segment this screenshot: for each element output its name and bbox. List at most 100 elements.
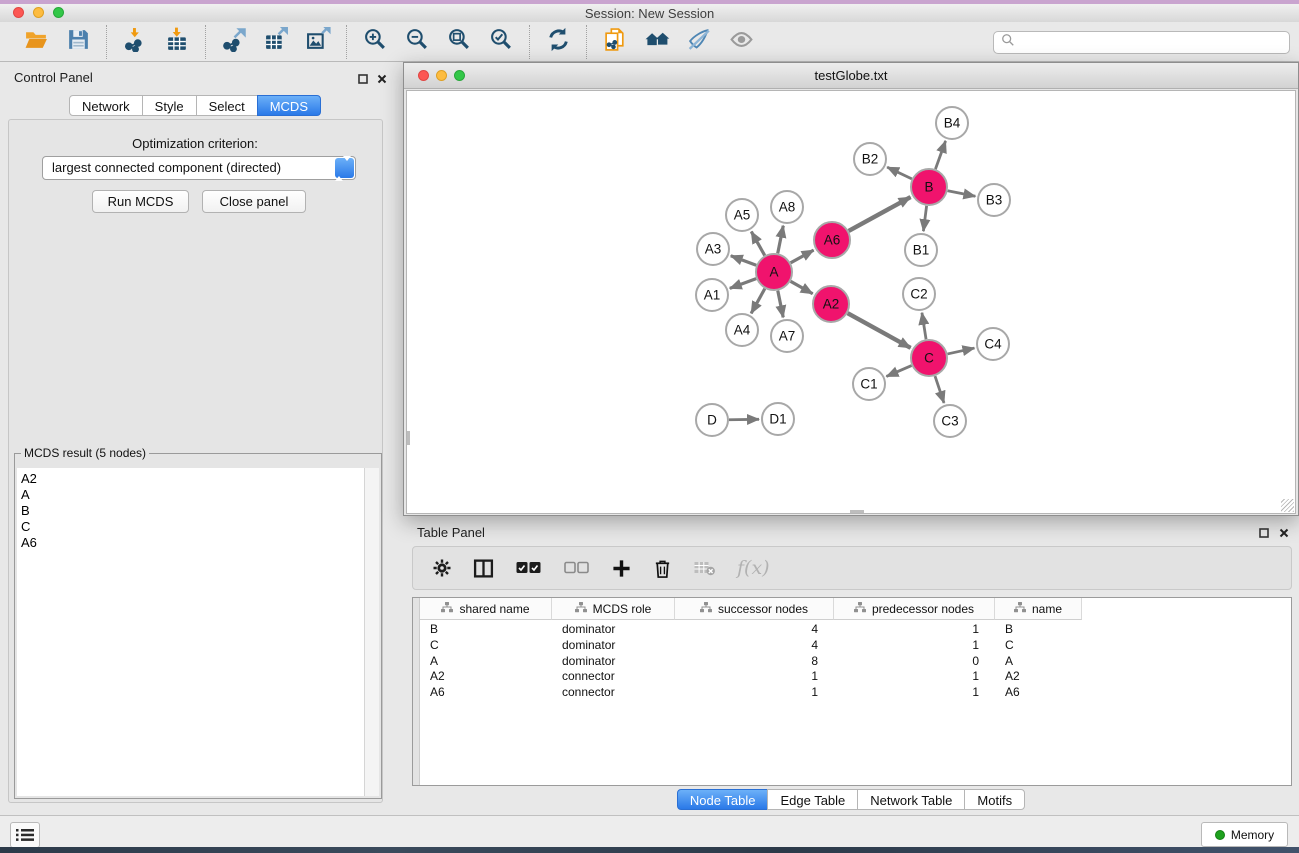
table-cell[interactable]: B [420,622,552,638]
tab-network[interactable]: Network [69,95,143,116]
graph-node-A2[interactable]: A2 [813,286,849,322]
memory-button[interactable]: Memory [1201,822,1288,847]
table-cell[interactable]: 4 [675,622,834,638]
search-input[interactable] [1019,35,1289,51]
graph-edge-A-A4[interactable] [751,289,765,314]
export-image-button[interactable] [304,28,332,56]
table-row[interactable]: A6connector11A6 [420,685,1290,701]
save-session-button[interactable] [64,28,92,56]
table-cell[interactable]: 1 [675,685,834,701]
graph-edge-A-A6[interactable] [791,250,814,263]
refresh-button[interactable] [544,28,572,56]
graph-node-B3[interactable]: B3 [978,184,1010,216]
table-row[interactable]: Adominator80A [420,654,1290,670]
graph-node-B[interactable]: B [911,169,947,205]
graph-edge-B-B4[interactable] [935,141,945,169]
hide-graphics-details-button[interactable] [685,28,713,56]
table-cell[interactable]: 4 [675,638,834,654]
table-cell[interactable]: connector [552,669,675,685]
manage-networks-button[interactable] [601,28,629,56]
graph-edge-A-A2[interactable] [791,281,813,293]
control-panel-close-icon[interactable] [376,73,388,85]
table-cell[interactable]: 1 [834,638,995,654]
graph-node-A6[interactable]: A6 [814,222,850,258]
zoom-fit-button[interactable] [445,28,473,56]
graph-node-D[interactable]: D [696,404,728,436]
close-panel-button[interactable]: Close panel [202,190,306,213]
deselect-all-rows-icon[interactable] [563,556,590,580]
table-cell[interactable]: dominator [552,622,675,638]
graph-node-C[interactable]: C [911,340,947,376]
column-header-shared-name[interactable]: shared name [420,598,552,620]
zoom-selected-button[interactable] [487,28,515,56]
graph-edge-A-A8[interactable] [778,226,784,254]
criterion-dropdown[interactable]: largest connected component (directed) [42,156,356,180]
zoom-out-button[interactable] [403,28,431,56]
graph-node-C4[interactable]: C4 [977,328,1009,360]
table-cell[interactable]: dominator [552,654,675,670]
graph-node-A4[interactable]: A4 [726,314,758,346]
graph-edge-A-A1[interactable] [730,279,756,289]
table-cell[interactable]: dominator [552,638,675,654]
table-cell[interactable]: B [995,622,1082,638]
table-panel-close-icon[interactable] [1278,527,1290,539]
graph-edge-C-C2[interactable] [922,313,926,339]
node-table[interactable]: shared nameMCDS rolesuccessor nodesprede… [412,597,1292,786]
table-cell[interactable]: A2 [420,669,552,685]
network-graph[interactable]: B4B2BB3B1A5A8A6A3AA1C2A4A7A2C4CC1C3DD1 [407,91,1295,513]
tab-style[interactable]: Style [142,95,197,116]
network-canvas[interactable]: B4B2BB3B1A5A8A6A3AA1C2A4A7A2C4CC1C3DD1 [406,90,1296,514]
table-cell[interactable]: 8 [675,654,834,670]
mcds-result-list[interactable]: A2ABCA6 [17,468,365,796]
tab-edge-table[interactable]: Edge Table [767,789,858,810]
add-column-icon[interactable] [611,556,631,580]
table-cell[interactable]: 1 [675,669,834,685]
network-view-window[interactable]: testGlobe.txt B4B2BB3B1A5A8A6A3AA1C2A4A7… [403,62,1299,516]
network-window-titlebar[interactable]: testGlobe.txt [404,63,1298,89]
graph-edge-C-C4[interactable] [948,348,975,354]
column-header-name[interactable]: name [995,598,1082,620]
export-network-button[interactable] [220,28,248,56]
column-header-successor-nodes[interactable]: successor nodes [675,598,834,620]
column-header-MCDS-role[interactable]: MCDS role [552,598,675,620]
canvas-scroll-hint-bottom[interactable] [850,510,864,513]
graph-edge-A-A3[interactable] [731,256,756,266]
network-close-icon[interactable] [418,70,429,81]
show-hide-panels-button[interactable] [727,28,755,56]
home-button[interactable] [643,28,671,56]
graph-edge-A2-C[interactable] [848,313,911,348]
graph-node-A7[interactable]: A7 [771,320,803,352]
graph-node-C2[interactable]: C2 [903,278,935,310]
tab-motifs[interactable]: Motifs [964,789,1025,810]
result-list-scrollbar[interactable] [364,468,379,796]
table-cell[interactable]: C [995,638,1082,654]
table-panel-float-icon[interactable] [1258,527,1270,539]
graph-node-B4[interactable]: B4 [936,107,968,139]
tab-network-table[interactable]: Network Table [857,789,965,810]
table-cell[interactable]: A [420,654,552,670]
graph-edge-A-A7[interactable] [778,291,783,318]
table-cell[interactable]: A6 [995,685,1082,701]
graph-node-C1[interactable]: C1 [853,368,885,400]
graph-edge-A6-B[interactable] [849,197,911,231]
window-resize-grip[interactable] [1281,499,1294,512]
table-cell[interactable]: 1 [834,622,995,638]
graph-node-C3[interactable]: C3 [934,405,966,437]
column-header-predecessor-nodes[interactable]: predecessor nodes [834,598,995,620]
result-list-item[interactable]: A6 [21,535,365,551]
canvas-scroll-hint-left[interactable] [407,431,410,445]
table-cell[interactable]: A [995,654,1082,670]
table-cell[interactable]: 0 [834,654,995,670]
table-cell[interactable]: 1 [834,685,995,701]
search-box[interactable] [993,31,1290,54]
export-table-button[interactable] [262,28,290,56]
tab-mcds[interactable]: MCDS [257,95,321,116]
table-row[interactable]: Cdominator41C [420,638,1290,654]
graph-edge-B-B1[interactable] [923,206,926,231]
graph-node-A1[interactable]: A1 [696,279,728,311]
select-all-rows-icon[interactable] [515,556,542,580]
import-network-button[interactable] [121,28,149,56]
window-titlebar[interactable]: Session: New Session [0,4,1299,23]
graph-node-B2[interactable]: B2 [854,143,886,175]
table-cell[interactable]: 1 [834,669,995,685]
